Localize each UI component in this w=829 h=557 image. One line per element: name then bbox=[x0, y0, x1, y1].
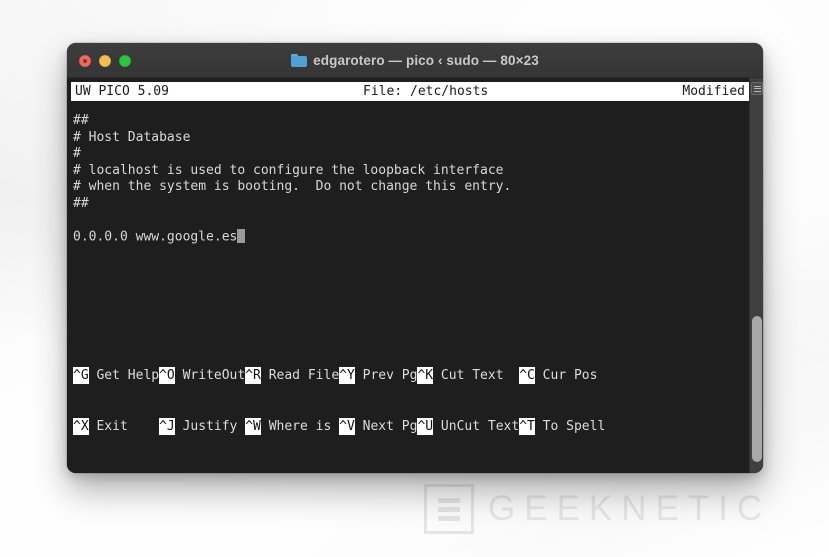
file-line: # Host Database bbox=[73, 129, 191, 145]
scrollbar-thumb[interactable] bbox=[752, 316, 762, 462]
terminal-window[interactable]: edgarotero — pico ‹ sudo — 80×23 UW PICO… bbox=[67, 43, 763, 473]
pico-shortcut-bar: ^G Get Help ^O WriteOut ^R Read File ^Y Pre… bbox=[67, 331, 749, 473]
pico-filename: File: /etc/hosts bbox=[363, 84, 489, 99]
pico-modified-flag: Modified bbox=[682, 84, 745, 99]
shortcut-key: ^G bbox=[73, 367, 89, 384]
text-cursor bbox=[237, 229, 246, 244]
file-line: ## bbox=[73, 195, 89, 211]
shortcut-ctrl-u[interactable]: ^U UnCut Text bbox=[417, 418, 519, 435]
file-line bbox=[73, 213, 749, 230]
file-line: # when the system is booting. Do not cha… bbox=[73, 179, 512, 195]
pico-status-bar: UW PICO 5.09 File: /etc/hosts Modified bbox=[71, 82, 749, 101]
shortcut-label: WriteOut bbox=[174, 368, 246, 383]
shortcut-ctrl-x[interactable]: ^X Exit bbox=[73, 418, 159, 435]
shortcut-ctrl-w[interactable]: ^W Where is bbox=[245, 418, 339, 435]
shortcut-key: ^K bbox=[417, 367, 434, 384]
geeknetic-watermark: GEEKNETIC bbox=[424, 484, 771, 534]
shortcut-ctrl-v[interactable]: ^V Next Pg bbox=[339, 418, 417, 435]
shortcut-ctrl-r[interactable]: ^R Read File bbox=[245, 367, 339, 384]
shortcut-ctrl-y[interactable]: ^Y Prev Pg bbox=[339, 367, 417, 384]
scrollbar-menu-icon[interactable] bbox=[751, 82, 763, 95]
shortcut-label: Cur Pos bbox=[534, 368, 606, 383]
shortcut-row-2: ^X Exit ^J Justify ^W Where is ^V Next P… bbox=[73, 418, 749, 435]
shortcut-label: Read File bbox=[260, 368, 340, 383]
shortcut-ctrl-j[interactable]: ^J Justify bbox=[159, 418, 245, 435]
file-line: 0.0.0.0 www.google.es bbox=[73, 229, 749, 246]
watermark-text: GEEKNETIC bbox=[488, 489, 772, 528]
file-line: # bbox=[73, 146, 81, 162]
pico-editor[interactable]: UW PICO 5.09 File: /etc/hosts Modified #… bbox=[67, 78, 749, 473]
pico-version: UW PICO 5.09 bbox=[75, 84, 169, 99]
shortcut-ctrl-g[interactable]: ^G Get Help bbox=[73, 367, 159, 384]
shortcut-key: ^R bbox=[245, 367, 261, 384]
shortcut-label: To Spell bbox=[534, 419, 606, 434]
shortcut-key: ^U bbox=[417, 418, 434, 435]
shortcut-key: ^V bbox=[339, 418, 355, 435]
window-controls bbox=[79, 43, 131, 78]
shortcut-ctrl-t[interactable]: ^T To Spell bbox=[519, 418, 605, 435]
shortcut-key: ^C bbox=[519, 367, 535, 384]
close-button[interactable] bbox=[79, 54, 91, 67]
terminal-body: UW PICO 5.09 File: /etc/hosts Modified #… bbox=[67, 78, 763, 473]
file-line: ## bbox=[73, 113, 89, 128]
file-line: # localhost is used to configure the loo… bbox=[73, 162, 504, 178]
shortcut-ctrl-k[interactable]: ^K Cut Text bbox=[417, 367, 519, 384]
shortcut-label: Justify bbox=[174, 419, 246, 434]
geeknetic-logo-icon bbox=[424, 484, 474, 534]
shortcut-key: ^W bbox=[245, 418, 261, 435]
shortcut-label: UnCut Text bbox=[433, 419, 520, 434]
minimize-button[interactable] bbox=[99, 54, 111, 67]
folder-icon bbox=[291, 53, 308, 67]
shortcut-key: ^T bbox=[519, 418, 535, 435]
shortcut-key: ^X bbox=[73, 418, 89, 435]
shortcut-label: Get Help bbox=[88, 368, 160, 383]
shortcut-key: ^J bbox=[159, 418, 175, 435]
shortcut-key: ^Y bbox=[339, 367, 355, 384]
shortcut-key: ^O bbox=[159, 367, 175, 384]
maximize-button[interactable] bbox=[119, 54, 131, 67]
window-titlebar[interactable]: edgarotero — pico ‹ sudo — 80×23 bbox=[67, 43, 763, 78]
shortcut-label: Where is bbox=[260, 419, 340, 434]
shortcut-label: Prev Pg bbox=[354, 368, 418, 383]
shortcut-row-1: ^G Get Help ^O WriteOut ^R Read File ^Y Pre… bbox=[73, 367, 749, 384]
shortcut-ctrl-c[interactable]: ^C Cur Pos bbox=[519, 367, 605, 384]
shortcut-label: Next Pg bbox=[354, 419, 418, 434]
window-title: edgarotero — pico ‹ sudo — 80×23 bbox=[313, 52, 539, 68]
shortcut-ctrl-o[interactable]: ^O WriteOut bbox=[159, 367, 245, 384]
window-title-group: edgarotero — pico ‹ sudo — 80×23 bbox=[67, 53, 763, 68]
shortcut-label: Cut Text bbox=[433, 368, 520, 383]
shortcut-label: Exit bbox=[88, 419, 160, 434]
file-content[interactable]: ## # Host Database # # localhost is used to… bbox=[67, 101, 749, 331]
scrollbar[interactable] bbox=[749, 78, 763, 473]
